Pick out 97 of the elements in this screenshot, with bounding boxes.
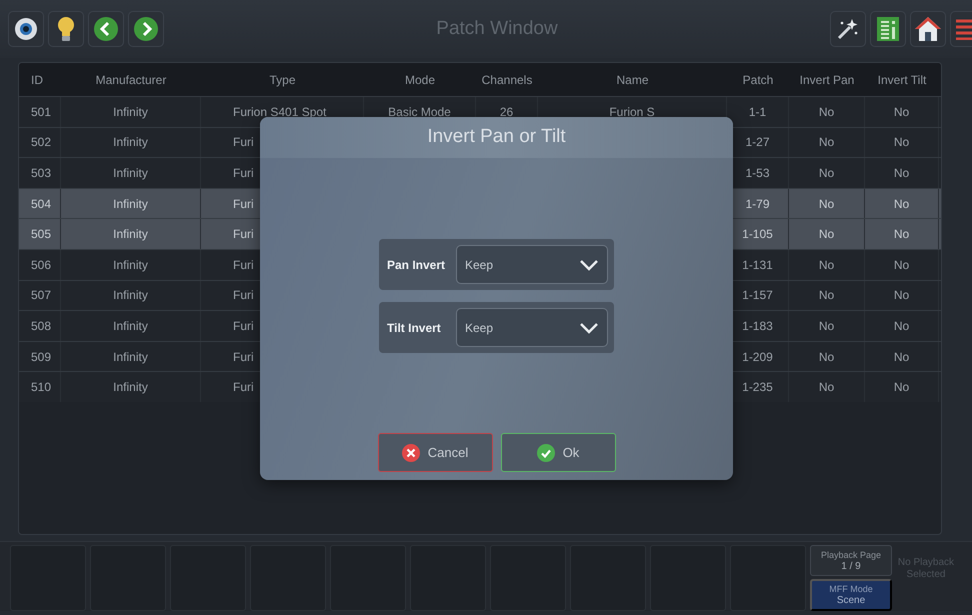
column-header[interactable]: Name: [538, 63, 727, 96]
table-cell-text: 26: [500, 104, 514, 121]
table-cell-text: Infinity: [113, 348, 148, 366]
eye-icon: [14, 17, 38, 41]
light-button[interactable]: [48, 11, 84, 47]
table-cell-text: 504: [31, 196, 52, 213]
table-cell-text: No: [818, 348, 834, 366]
table-cell-text: 509: [31, 348, 52, 366]
table-cell-text: No: [894, 104, 910, 121]
table-cell-text: Infinity: [113, 104, 148, 121]
table-cell-text: No: [894, 379, 910, 396]
table-cell-text: No: [894, 164, 910, 182]
spreadsheet-icon: [876, 16, 900, 42]
field-label: Tilt Invert: [387, 320, 442, 336]
playback-page-button[interactable]: Playback Page 1 / 9: [810, 545, 892, 576]
table-cell-text: Infinity: [113, 256, 148, 274]
table-cell-text: Furi: [233, 164, 254, 182]
table-cell-text: 1-27: [745, 134, 770, 152]
table-cell-text: No: [818, 196, 834, 213]
chevron-down-icon: [579, 322, 599, 334]
check-icon: [536, 444, 555, 462]
table-cell-text: 1-235: [742, 379, 773, 396]
table-cell-text: 1-105: [742, 226, 773, 244]
column-header[interactable]: Type: [201, 63, 364, 96]
forward-button[interactable]: [128, 11, 164, 47]
table-cell-text: Infinity: [113, 226, 148, 244]
table-cell-text: Furi: [233, 287, 254, 304]
home-icon: [914, 16, 942, 42]
table-cell-text: Infinity: [113, 164, 148, 182]
table-cell-text: No: [894, 196, 910, 213]
table-cell-text: Furi: [233, 226, 254, 244]
table-cell-text: 502: [31, 134, 52, 152]
cancel-button[interactable]: Cancel: [378, 433, 492, 472]
table-cell-text: No: [818, 164, 834, 182]
table-cell-text: 508: [31, 318, 52, 335]
column-header[interactable]: Channels: [476, 63, 538, 96]
light-bulb-icon: [56, 16, 76, 42]
table-cell-text: 503: [31, 164, 52, 182]
home-button[interactable]: [910, 11, 946, 47]
view-button[interactable]: [8, 11, 44, 47]
column-header[interactable]: Invert Pan: [789, 63, 865, 96]
table-cell-text: 1-53: [745, 164, 770, 182]
table-cell-text: Furion S: [609, 104, 655, 121]
table-cell-text: 1-183: [742, 318, 773, 335]
table-cell-text: Furi: [233, 348, 254, 366]
table-cell-text: No: [818, 226, 834, 244]
table-cell-text: Basic Mode: [388, 104, 451, 121]
chevron-down-icon: [579, 258, 599, 270]
column-header[interactable]: Manufacturer: [61, 63, 201, 96]
table-cell-text: No: [818, 379, 834, 396]
table-cell-text: 506: [31, 256, 52, 274]
table-cell-text: Infinity: [113, 196, 148, 213]
column-header[interactable]: Mode: [364, 63, 476, 96]
table-cell-text: Furi: [233, 256, 254, 274]
mff-mode-button[interactable]: MFF Mode Scene: [810, 578, 892, 611]
wand-button[interactable]: [830, 11, 866, 47]
table-cell-text: No: [894, 226, 910, 244]
table-cell-text: 1-209: [742, 348, 773, 366]
table-cell-text: Furi: [233, 379, 254, 396]
table-cell-text: No: [894, 287, 910, 304]
table-cell-text: 507: [31, 287, 52, 304]
table-cell-text: No: [818, 318, 834, 335]
table-cell-text: No: [818, 256, 834, 274]
table-cell-text: Furi: [233, 196, 254, 213]
table-cell-text: No: [894, 134, 910, 152]
select-field[interactable]: Keep: [456, 245, 608, 284]
table-cell-text: Infinity: [113, 379, 148, 396]
back-button[interactable]: [88, 11, 124, 47]
table-cell-text: Infinity: [113, 134, 148, 152]
table-cell-text: 1-79: [745, 196, 770, 213]
close-icon: [402, 444, 420, 462]
table-cell-text: Furi: [233, 134, 254, 152]
sheet-button[interactable]: [870, 11, 906, 47]
table-cell-text: 1-131: [742, 256, 773, 274]
table-cell-text: No: [894, 256, 910, 274]
table-cell-text: No: [818, 134, 834, 152]
table-cell-text: 501: [31, 104, 52, 121]
table-cell-text: Furion S401 Spot: [233, 104, 326, 121]
field-label: Pan Invert: [387, 256, 446, 274]
table-cell-text: No: [894, 318, 910, 335]
ok-button[interactable]: Ok: [500, 433, 616, 472]
table-cell-text: 1-1: [748, 104, 766, 121]
table-cell-text: Infinity: [113, 318, 148, 335]
table-cell-text: 1-157: [742, 287, 773, 304]
magic-wand-icon: [836, 17, 860, 41]
dialog-title: Invert Pan or Tilt: [427, 125, 566, 150]
table-cell-text: 510: [31, 379, 52, 396]
column-header[interactable]: Invert Tilt: [865, 63, 939, 96]
select-field[interactable]: Keep: [456, 308, 608, 347]
column-header[interactable]: ID: [19, 63, 61, 96]
table-cell-text: Infinity: [113, 287, 148, 304]
table-cell-text: No: [818, 287, 834, 304]
table-cell-text: No: [818, 104, 834, 121]
table-cell-text: No: [894, 348, 910, 366]
table-cell-text: 505: [31, 226, 52, 244]
column-header[interactable]: Patch: [727, 63, 789, 96]
table-cell-text: Furi: [233, 318, 254, 335]
